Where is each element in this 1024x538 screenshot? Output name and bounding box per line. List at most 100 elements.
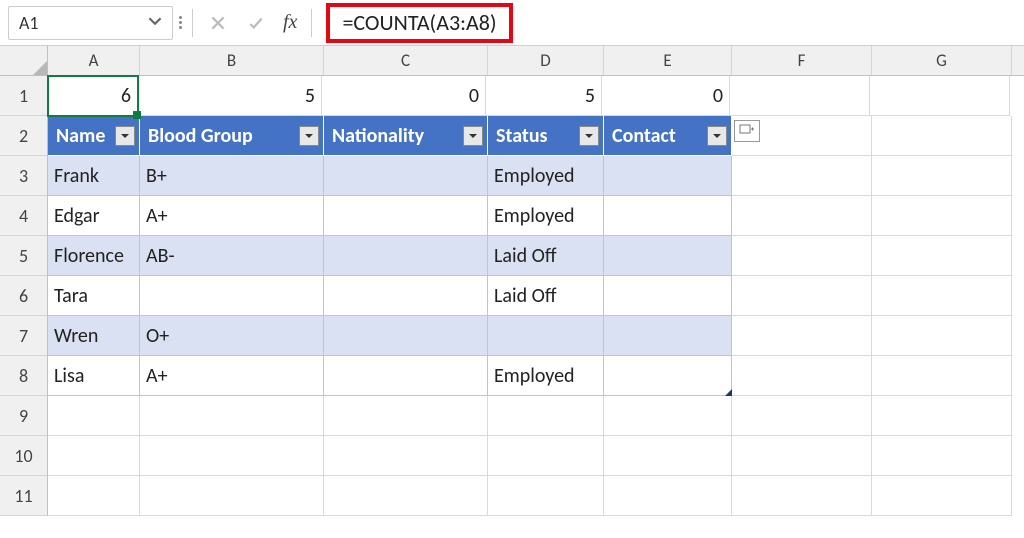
cell-D11[interactable] <box>488 476 604 516</box>
filter-button[interactable] <box>463 126 483 146</box>
cell-G1[interactable] <box>870 76 1010 116</box>
cell-C6[interactable] <box>324 276 488 316</box>
filter-button[interactable] <box>707 126 727 146</box>
table-header-nationality[interactable]: Nationality <box>324 116 488 156</box>
cell-D8[interactable]: Employed <box>488 356 604 396</box>
row-header-5[interactable]: 5 <box>0 236 48 276</box>
fx-icon[interactable]: fx <box>277 11 303 34</box>
filter-button[interactable] <box>299 126 319 146</box>
cell-G11[interactable] <box>872 476 1012 516</box>
cell-G10[interactable] <box>872 436 1012 476</box>
cell-F6[interactable] <box>732 276 872 316</box>
fill-handle[interactable] <box>133 111 141 119</box>
table-header-status[interactable]: Status <box>488 116 604 156</box>
cell-B8[interactable]: A+ <box>140 356 324 396</box>
cell-E1[interactable]: 0 <box>602 76 730 116</box>
cell-C1[interactable]: 0 <box>322 76 486 116</box>
cell-C4[interactable] <box>324 196 488 236</box>
table-resize-handle[interactable] <box>725 389 732 396</box>
cell-C7[interactable] <box>324 316 488 356</box>
cell-B4[interactable]: A+ <box>140 196 324 236</box>
cell-C11[interactable] <box>324 476 488 516</box>
cell-F2[interactable] <box>732 116 872 156</box>
cell-A5[interactable]: Florence <box>48 236 140 276</box>
cell-E9[interactable] <box>604 396 732 436</box>
row-header-11[interactable]: 11 <box>0 476 48 516</box>
cell-F5[interactable] <box>732 236 872 276</box>
cell-B1[interactable]: 5 <box>138 76 322 116</box>
row-header-6[interactable]: 6 <box>0 276 48 316</box>
drag-handle-icon[interactable] <box>177 16 184 29</box>
cell-B7[interactable]: O+ <box>140 316 324 356</box>
cell-B6[interactable] <box>140 276 324 316</box>
filter-button[interactable] <box>579 126 599 146</box>
cell-A10[interactable] <box>48 436 140 476</box>
cell-B10[interactable] <box>140 436 324 476</box>
row-header-4[interactable]: 4 <box>0 196 48 236</box>
cell-D4[interactable]: Employed <box>488 196 604 236</box>
cell-G2[interactable] <box>872 116 1012 156</box>
cell-E10[interactable] <box>604 436 732 476</box>
cell-C9[interactable] <box>324 396 488 436</box>
column-header-D[interactable]: D <box>488 46 604 75</box>
cell-A8[interactable]: Lisa <box>48 356 140 396</box>
cell-C3[interactable] <box>324 156 488 196</box>
cell-E6[interactable] <box>604 276 732 316</box>
cell-C10[interactable] <box>324 436 488 476</box>
cell-E11[interactable] <box>604 476 732 516</box>
cell-D9[interactable] <box>488 396 604 436</box>
cell-F8[interactable] <box>732 356 872 396</box>
table-header-blood-group[interactable]: Blood Group <box>140 116 324 156</box>
column-header-A[interactable]: A <box>48 46 140 75</box>
cell-A9[interactable] <box>48 396 140 436</box>
cell-A6[interactable]: Tara <box>48 276 140 316</box>
cell-F3[interactable] <box>732 156 872 196</box>
column-header-E[interactable]: E <box>604 46 732 75</box>
cell-B3[interactable]: B+ <box>140 156 324 196</box>
smart-tag-icon[interactable] <box>734 120 760 142</box>
cell-G8[interactable] <box>872 356 1012 396</box>
cell-E4[interactable] <box>604 196 732 236</box>
column-header-G[interactable]: G <box>872 46 1012 75</box>
cell-D6[interactable]: Laid Off <box>488 276 604 316</box>
cell-B9[interactable] <box>140 396 324 436</box>
row-header-1[interactable]: 1 <box>0 76 48 116</box>
row-header-10[interactable]: 10 <box>0 436 48 476</box>
cell-C5[interactable] <box>324 236 488 276</box>
cell-C8[interactable] <box>324 356 488 396</box>
cell-F4[interactable] <box>732 196 872 236</box>
cell-F9[interactable] <box>732 396 872 436</box>
cell-F10[interactable] <box>732 436 872 476</box>
row-header-3[interactable]: 3 <box>0 156 48 196</box>
filter-button[interactable] <box>115 126 135 146</box>
cell-A1[interactable]: 6 <box>47 75 139 117</box>
name-box[interactable]: A1 <box>8 6 173 40</box>
cell-D3[interactable]: Employed <box>488 156 604 196</box>
cell-A3[interactable]: Frank <box>48 156 140 196</box>
cell-D5[interactable]: Laid Off <box>488 236 604 276</box>
cell-F1[interactable] <box>730 76 870 116</box>
cell-G7[interactable] <box>872 316 1012 356</box>
row-header-9[interactable]: 9 <box>0 396 48 436</box>
cell-E7[interactable] <box>604 316 732 356</box>
formula-input[interactable]: =COUNTA(A3:A8) <box>326 3 512 43</box>
table-header-name[interactable]: Name <box>48 116 140 156</box>
cell-G9[interactable] <box>872 396 1012 436</box>
cell-G4[interactable] <box>872 196 1012 236</box>
row-header-2[interactable]: 2 <box>0 116 48 156</box>
cell-D1[interactable]: 5 <box>486 76 602 116</box>
cell-A4[interactable]: Edgar <box>48 196 140 236</box>
cell-G5[interactable] <box>872 236 1012 276</box>
cell-E3[interactable] <box>604 156 732 196</box>
cell-B5[interactable]: AB- <box>140 236 324 276</box>
cancel-button[interactable] <box>201 6 235 40</box>
cell-E8[interactable] <box>604 356 732 396</box>
enter-button[interactable] <box>239 6 273 40</box>
column-header-C[interactable]: C <box>324 46 488 75</box>
cell-A11[interactable] <box>48 476 140 516</box>
column-header-F[interactable]: F <box>732 46 872 75</box>
cell-B11[interactable] <box>140 476 324 516</box>
cell-F7[interactable] <box>732 316 872 356</box>
column-header-B[interactable]: B <box>140 46 324 75</box>
table-header-contact[interactable]: Contact <box>604 116 732 156</box>
